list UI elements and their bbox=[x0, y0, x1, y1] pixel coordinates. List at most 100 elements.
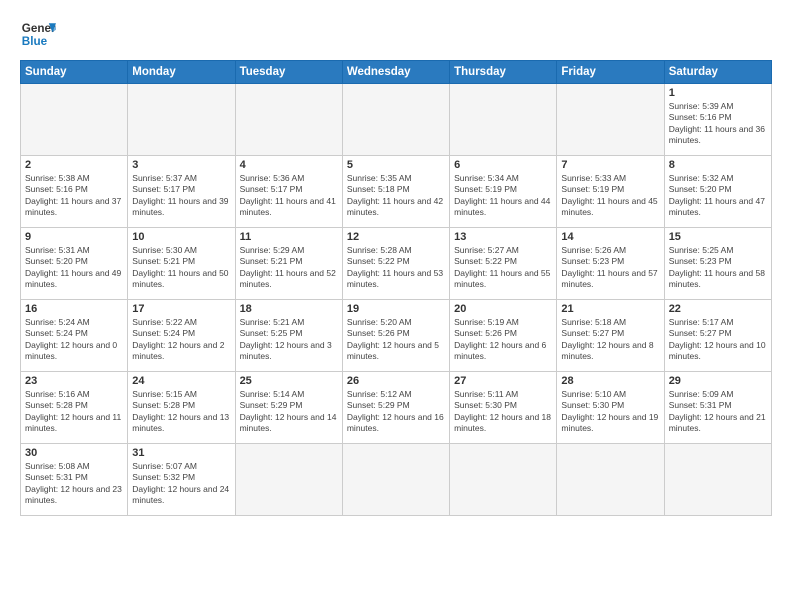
day-info: Sunrise: 5:17 AM Sunset: 5:27 PM Dayligh… bbox=[669, 317, 767, 363]
day-info: Sunrise: 5:16 AM Sunset: 5:28 PM Dayligh… bbox=[25, 389, 123, 435]
weekday-header-wednesday: Wednesday bbox=[342, 61, 449, 84]
day-number: 18 bbox=[240, 303, 338, 315]
day-info: Sunrise: 5:34 AM Sunset: 5:19 PM Dayligh… bbox=[454, 173, 552, 219]
day-number: 31 bbox=[132, 447, 230, 459]
day-info: Sunrise: 5:25 AM Sunset: 5:23 PM Dayligh… bbox=[669, 245, 767, 291]
calendar-day-19: 19Sunrise: 5:20 AM Sunset: 5:26 PM Dayli… bbox=[342, 300, 449, 372]
day-info: Sunrise: 5:32 AM Sunset: 5:20 PM Dayligh… bbox=[669, 173, 767, 219]
logo: General Blue bbox=[20, 16, 56, 52]
day-number: 7 bbox=[561, 159, 659, 171]
calendar-table: SundayMondayTuesdayWednesdayThursdayFrid… bbox=[20, 60, 772, 516]
day-info: Sunrise: 5:07 AM Sunset: 5:32 PM Dayligh… bbox=[132, 461, 230, 507]
calendar-day-empty bbox=[235, 444, 342, 516]
day-info: Sunrise: 5:26 AM Sunset: 5:23 PM Dayligh… bbox=[561, 245, 659, 291]
day-info: Sunrise: 5:21 AM Sunset: 5:25 PM Dayligh… bbox=[240, 317, 338, 363]
calendar-day-empty bbox=[21, 84, 128, 156]
day-info: Sunrise: 5:09 AM Sunset: 5:31 PM Dayligh… bbox=[669, 389, 767, 435]
day-info: Sunrise: 5:15 AM Sunset: 5:28 PM Dayligh… bbox=[132, 389, 230, 435]
calendar-day-22: 22Sunrise: 5:17 AM Sunset: 5:27 PM Dayli… bbox=[664, 300, 771, 372]
calendar-day-empty bbox=[235, 84, 342, 156]
day-number: 9 bbox=[25, 231, 123, 243]
day-number: 1 bbox=[669, 87, 767, 99]
day-number: 14 bbox=[561, 231, 659, 243]
day-number: 30 bbox=[25, 447, 123, 459]
day-number: 4 bbox=[240, 159, 338, 171]
calendar-day-23: 23 Sunrise: 5:16 AM Sunset: 5:28 PM Dayli… bbox=[21, 372, 128, 444]
weekday-header-row: SundayMondayTuesdayWednesdayThursdayFrid… bbox=[21, 61, 772, 84]
day-number: 15 bbox=[669, 231, 767, 243]
day-number: 26 bbox=[347, 375, 445, 387]
calendar-day-28: 28 Sunrise: 5:10 AM Sunset: 5:30 PM Dayli… bbox=[557, 372, 664, 444]
day-info: Sunrise: 5:27 AM Sunset: 5:22 PM Dayligh… bbox=[454, 245, 552, 291]
calendar-day-empty bbox=[664, 444, 771, 516]
calendar-day-26: 26 Sunrise: 5:12 AM Sunset: 5:29 PM Dayli… bbox=[342, 372, 449, 444]
day-number: 21 bbox=[561, 303, 659, 315]
calendar-week-row: 30 Sunrise: 5:08 AM Sunset: 5:31 PM Dayli… bbox=[21, 444, 772, 516]
day-info: Sunrise: 5:24 AM Sunset: 5:24 PM Dayligh… bbox=[25, 317, 123, 363]
calendar-day-14: 14 Sunrise: 5:26 AM Sunset: 5:23 PM Dayli… bbox=[557, 228, 664, 300]
day-info: Sunrise: 5:28 AM Sunset: 5:22 PM Dayligh… bbox=[347, 245, 445, 291]
day-info: Sunrise: 5:18 AM Sunset: 5:27 PM Dayligh… bbox=[561, 317, 659, 363]
weekday-header-thursday: Thursday bbox=[450, 61, 557, 84]
calendar-day-11: 11 Sunrise: 5:29 AM Sunset: 5:21 PM Dayli… bbox=[235, 228, 342, 300]
day-info: Sunrise: 5:12 AM Sunset: 5:29 PM Dayligh… bbox=[347, 389, 445, 435]
day-number: 27 bbox=[454, 375, 552, 387]
header: General Blue bbox=[20, 16, 772, 52]
day-info: Sunrise: 5:33 AM Sunset: 5:19 PM Dayligh… bbox=[561, 173, 659, 219]
day-number: 13 bbox=[454, 231, 552, 243]
calendar-day-27: 27 Sunrise: 5:11 AM Sunset: 5:30 PM Dayli… bbox=[450, 372, 557, 444]
day-number: 28 bbox=[561, 375, 659, 387]
page: General Blue SundayMondayTuesdayWednesda… bbox=[0, 0, 792, 612]
generalblue-logo-icon: General Blue bbox=[20, 16, 56, 52]
calendar-day-9: 9Sunrise: 5:31 AM Sunset: 5:20 PM Daylig… bbox=[21, 228, 128, 300]
calendar-week-row: 1Sunrise: 5:39 AM Sunset: 5:16 PM Daylig… bbox=[21, 84, 772, 156]
calendar-day-17: 17 Sunrise: 5:22 AM Sunset: 5:24 PM Dayli… bbox=[128, 300, 235, 372]
day-number: 6 bbox=[454, 159, 552, 171]
day-number: 12 bbox=[347, 231, 445, 243]
calendar-day-12: 12 Sunrise: 5:28 AM Sunset: 5:22 PM Dayli… bbox=[342, 228, 449, 300]
day-info: Sunrise: 5:08 AM Sunset: 5:31 PM Dayligh… bbox=[25, 461, 123, 507]
calendar-day-empty bbox=[342, 84, 449, 156]
weekday-header-saturday: Saturday bbox=[664, 61, 771, 84]
calendar-week-row: 16Sunrise: 5:24 AM Sunset: 5:24 PM Dayli… bbox=[21, 300, 772, 372]
calendar-day-13: 13 Sunrise: 5:27 AM Sunset: 5:22 PM Dayli… bbox=[450, 228, 557, 300]
calendar-day-29: 29Sunrise: 5:09 AM Sunset: 5:31 PM Dayli… bbox=[664, 372, 771, 444]
calendar-day-7: 7 Sunrise: 5:33 AM Sunset: 5:19 PM Daylig… bbox=[557, 156, 664, 228]
day-info: Sunrise: 5:37 AM Sunset: 5:17 PM Dayligh… bbox=[132, 173, 230, 219]
day-number: 24 bbox=[132, 375, 230, 387]
day-info: Sunrise: 5:29 AM Sunset: 5:21 PM Dayligh… bbox=[240, 245, 338, 291]
day-info: Sunrise: 5:11 AM Sunset: 5:30 PM Dayligh… bbox=[454, 389, 552, 435]
day-info: Sunrise: 5:10 AM Sunset: 5:30 PM Dayligh… bbox=[561, 389, 659, 435]
day-info: Sunrise: 5:36 AM Sunset: 5:17 PM Dayligh… bbox=[240, 173, 338, 219]
day-info: Sunrise: 5:35 AM Sunset: 5:18 PM Dayligh… bbox=[347, 173, 445, 219]
calendar-day-6: 6 Sunrise: 5:34 AM Sunset: 5:19 PM Daylig… bbox=[450, 156, 557, 228]
day-number: 25 bbox=[240, 375, 338, 387]
calendar-day-empty bbox=[450, 84, 557, 156]
calendar-day-5: 5 Sunrise: 5:35 AM Sunset: 5:18 PM Daylig… bbox=[342, 156, 449, 228]
day-info: Sunrise: 5:22 AM Sunset: 5:24 PM Dayligh… bbox=[132, 317, 230, 363]
calendar-day-31: 31 Sunrise: 5:07 AM Sunset: 5:32 PM Dayli… bbox=[128, 444, 235, 516]
day-number: 5 bbox=[347, 159, 445, 171]
svg-text:Blue: Blue bbox=[22, 35, 48, 48]
calendar-day-empty bbox=[557, 444, 664, 516]
calendar-day-15: 15 Sunrise: 5:25 AM Sunset: 5:23 PM Dayli… bbox=[664, 228, 771, 300]
day-number: 2 bbox=[25, 159, 123, 171]
day-info: Sunrise: 5:19 AM Sunset: 5:26 PM Dayligh… bbox=[454, 317, 552, 363]
day-number: 10 bbox=[132, 231, 230, 243]
day-number: 8 bbox=[669, 159, 767, 171]
calendar-day-30: 30 Sunrise: 5:08 AM Sunset: 5:31 PM Dayli… bbox=[21, 444, 128, 516]
day-info: Sunrise: 5:30 AM Sunset: 5:21 PM Dayligh… bbox=[132, 245, 230, 291]
day-number: 17 bbox=[132, 303, 230, 315]
calendar-day-21: 21 Sunrise: 5:18 AM Sunset: 5:27 PM Dayli… bbox=[557, 300, 664, 372]
calendar-day-8: 8 Sunrise: 5:32 AM Sunset: 5:20 PM Daylig… bbox=[664, 156, 771, 228]
calendar-day-25: 25Sunrise: 5:14 AM Sunset: 5:29 PM Dayli… bbox=[235, 372, 342, 444]
calendar-day-10: 10 Sunrise: 5:30 AM Sunset: 5:21 PM Dayli… bbox=[128, 228, 235, 300]
day-number: 20 bbox=[454, 303, 552, 315]
day-info: Sunrise: 5:20 AM Sunset: 5:26 PM Dayligh… bbox=[347, 317, 445, 363]
weekday-header-friday: Friday bbox=[557, 61, 664, 84]
day-number: 3 bbox=[132, 159, 230, 171]
day-info: Sunrise: 5:38 AM Sunset: 5:16 PM Dayligh… bbox=[25, 173, 123, 219]
day-number: 23 bbox=[25, 375, 123, 387]
day-number: 11 bbox=[240, 231, 338, 243]
calendar-day-18: 18 Sunrise: 5:21 AM Sunset: 5:25 PM Dayli… bbox=[235, 300, 342, 372]
